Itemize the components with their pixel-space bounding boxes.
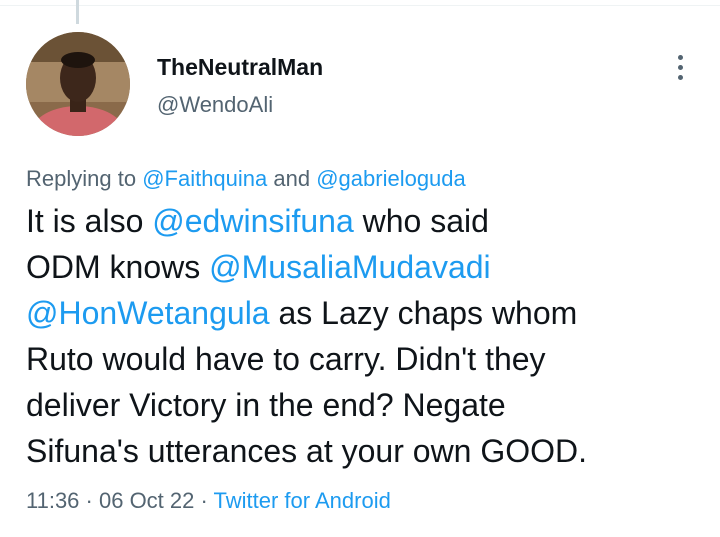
mention-link[interactable]: @Faithquina xyxy=(142,166,267,191)
tweet-metadata: 11:36 · 06 Oct 22 · Twitter for Android xyxy=(26,488,391,514)
dot xyxy=(677,64,683,70)
dot xyxy=(677,74,683,80)
mention-link[interactable]: @MusaliaMudavadi xyxy=(209,249,491,285)
top-divider xyxy=(0,0,720,6)
replying-to-prefix: Replying to xyxy=(26,166,143,191)
tweet-line: deliver Victory in the end? Negate xyxy=(26,387,506,423)
thread-connector-line xyxy=(76,0,79,24)
mention-link[interactable]: @HonWetangula xyxy=(26,295,270,331)
tweet-text-segment: ODM knows xyxy=(26,249,210,285)
avatar[interactable] xyxy=(26,32,130,136)
tweet-text-segment: as Lazy chaps whom xyxy=(269,295,578,331)
more-options-icon[interactable] xyxy=(666,50,694,84)
display-name[interactable]: TheNeutralMan xyxy=(157,54,323,81)
tweet-date[interactable]: 06 Oct 22 xyxy=(99,488,194,513)
meta-separator: · xyxy=(79,488,99,513)
tweet-time[interactable]: 11:36 xyxy=(26,488,79,513)
tweet-text-segment: who said xyxy=(353,203,489,239)
tweet-source-link[interactable]: Twitter for Android xyxy=(214,488,391,513)
dot xyxy=(677,54,683,60)
tweet-line: Ruto would have to carry. Didn't they xyxy=(26,341,546,377)
tweet-text-segment: It is also xyxy=(26,203,153,239)
meta-separator: · xyxy=(194,488,214,513)
replying-to: Replying to @Faithquina and @gabrielogud… xyxy=(26,166,466,192)
replying-to-conjunction: and xyxy=(267,166,317,191)
avatar-photo xyxy=(26,32,130,136)
mention-link[interactable]: @gabrieloguda xyxy=(316,166,466,191)
tweet-line: It is also @edwinsifuna who said xyxy=(26,198,706,244)
tweet-line: Sifuna's utterances at your own GOOD. xyxy=(26,433,588,469)
tweet-line: @HonWetangula as Lazy chaps whom xyxy=(26,290,706,336)
user-handle[interactable]: @WendoAli xyxy=(157,92,273,118)
mention-link[interactable]: @edwinsifuna xyxy=(152,203,353,239)
tweet-line: ODM knows @MusaliaMudavadi xyxy=(26,244,706,290)
tweet-text: It is also @edwinsifuna who said ODM kno… xyxy=(26,198,706,474)
